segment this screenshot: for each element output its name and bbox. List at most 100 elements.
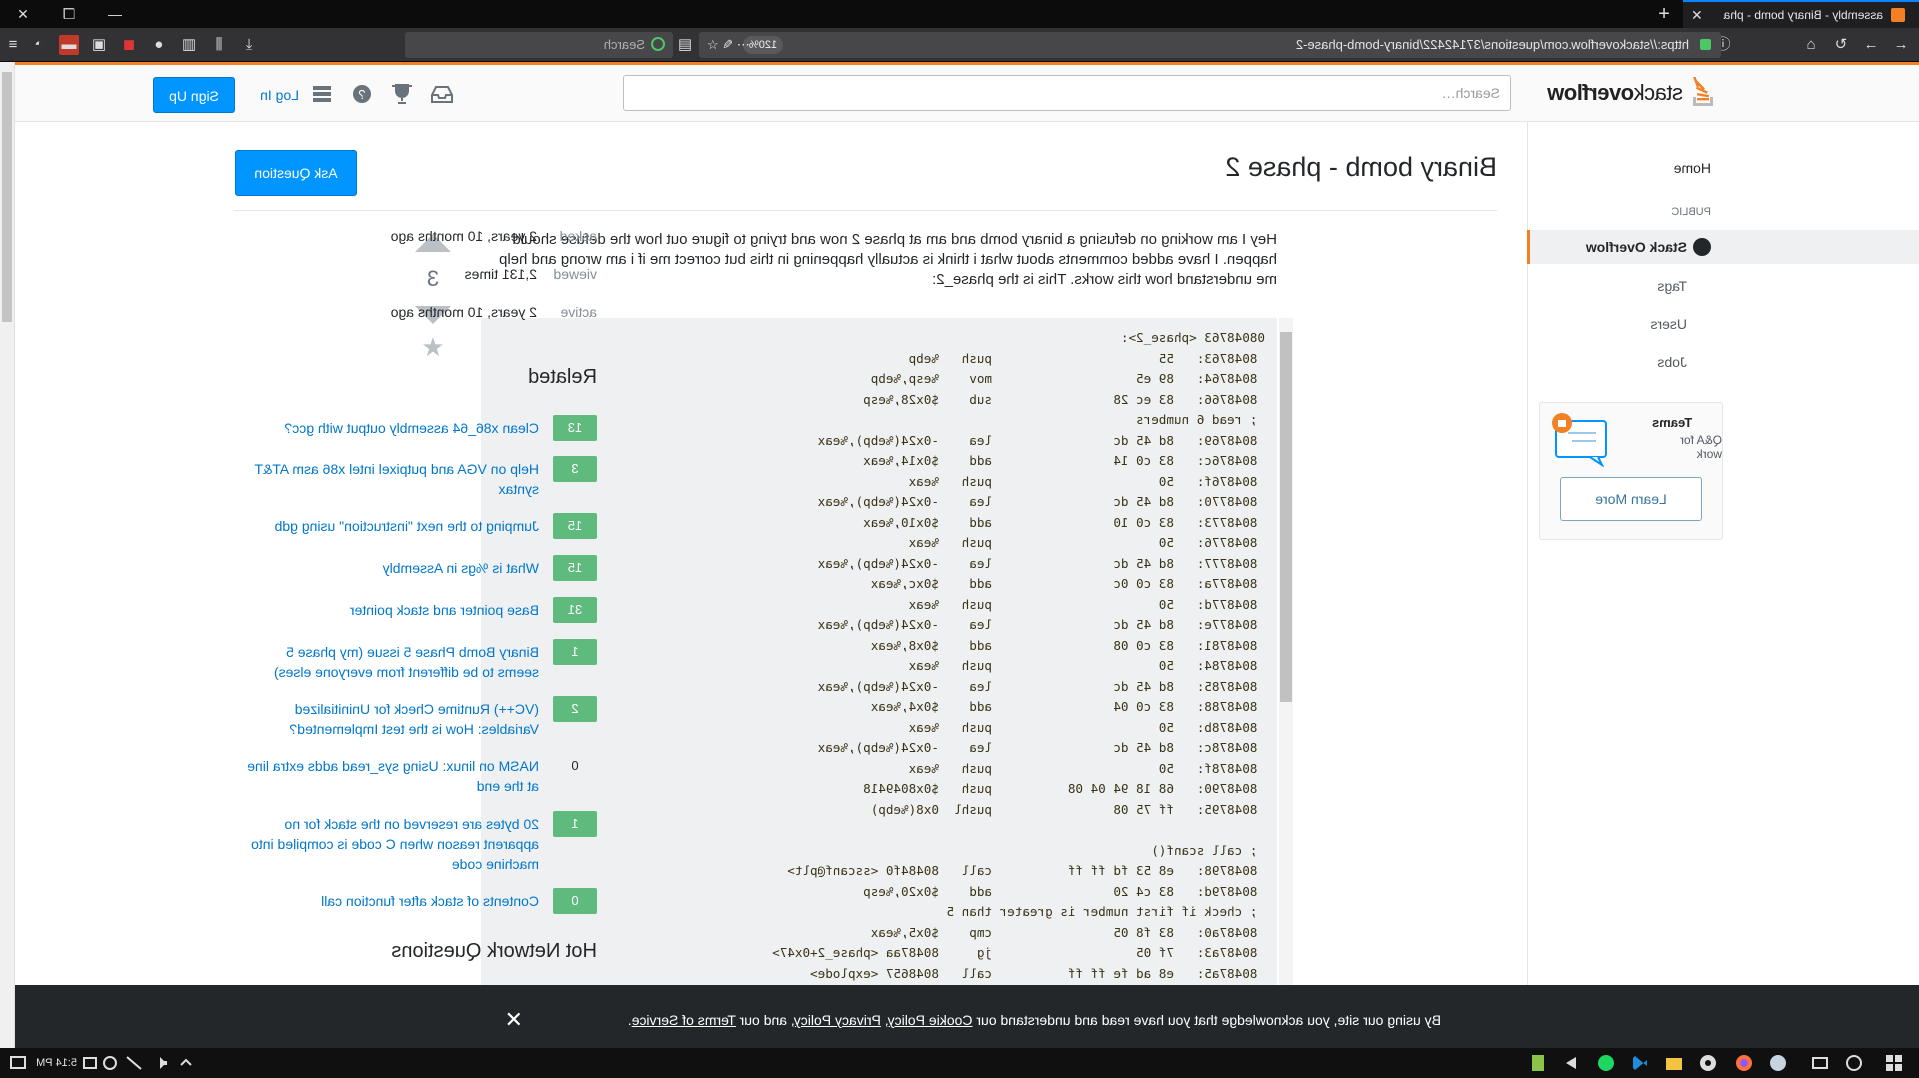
library-icon[interactable]: ⫼: [209, 35, 229, 55]
related-item[interactable]: 1 Binary Bomb Phase 5 issue (my phase 5 s…: [242, 639, 597, 682]
window-close-icon[interactable]: ✕: [0, 0, 46, 28]
cookie-close-icon[interactable]: ✕: [505, 985, 523, 1055]
question-title[interactable]: Binary bomb - phase 2: [1225, 152, 1497, 183]
left-sidebar: Home PUBLIC Stack Overflow Tags Users Jo…: [1527, 122, 1919, 1048]
addon-icon[interactable]: ▬: [59, 35, 79, 55]
related-link[interactable]: Help on VGA and putpixel intel x86 asm A…: [242, 456, 539, 499]
globe-icon: [1693, 238, 1711, 256]
reload-icon[interactable]: ↻: [1831, 35, 1851, 55]
file-explorer-icon[interactable]: [1665, 1054, 1683, 1072]
related-item[interactable]: 31 Base pointer and stack pointer: [242, 597, 597, 623]
teams-promo: Teams Q&A for work Learn More: [1539, 402, 1723, 540]
achievements-icon[interactable]: [389, 81, 415, 107]
related-link[interactable]: Clean x86_64 assembly output with gcc?: [285, 415, 539, 441]
nav-home[interactable]: Home: [1674, 160, 1711, 176]
ask-question-button[interactable]: Ask Question: [235, 150, 357, 196]
forward-icon[interactable]: →: [1861, 35, 1881, 55]
question-stats: asked 2 years, 10 months ago viewed 2,131 …: [267, 228, 597, 342]
browser-tab[interactable]: assembly - Binary bomb - pha ✕: [1683, 0, 1919, 28]
inbox-icon[interactable]: [429, 81, 455, 107]
search-engine-icon: [651, 37, 665, 51]
nav-stack-overflow[interactable]: Stack Overflow: [1527, 230, 1919, 264]
so-search-input[interactable]: Search…: [623, 75, 1511, 111]
related-link[interactable]: Binary Bomb Phase 5 issue (my phase 5 se…: [242, 639, 539, 682]
task-view-icon[interactable]: [1811, 1054, 1829, 1072]
browser-search-bar[interactable]: Search: [405, 32, 673, 58]
nav-jobs[interactable]: Jobs: [1657, 354, 1687, 370]
related-item[interactable]: 13 Clean x86_64 assembly output with gcc?: [242, 415, 597, 441]
back-icon[interactable]: ←: [1891, 35, 1911, 55]
firefox-icon[interactable]: [1735, 1054, 1753, 1072]
battery-icon[interactable]: [81, 1054, 99, 1072]
related-link[interactable]: Base pointer and stack pointer: [350, 597, 539, 623]
related-link[interactable]: What is %gs in Assembly: [383, 555, 539, 581]
active-value[interactable]: 2 years, 10 months ago: [391, 304, 537, 342]
related-item[interactable]: 0 Contents of stack after function call: [242, 888, 597, 914]
page-scrollbar[interactable]: [0, 62, 15, 1048]
media-player-icon[interactable]: [1563, 1054, 1581, 1072]
new-tab-icon[interactable]: +: [1649, 0, 1679, 28]
related-item[interactable]: 15 What is %gs in Assembly: [242, 555, 597, 581]
tray-chevron-icon[interactable]: [177, 1054, 195, 1072]
home-icon[interactable]: ⌂: [1801, 35, 1821, 55]
visual-studio-icon[interactable]: [1631, 1054, 1649, 1072]
signup-button[interactable]: Sign Up: [153, 77, 235, 113]
teams-illustration-icon: [1552, 413, 1607, 467]
url-bar[interactable]: https://stackoverflow.com/questions/3714…: [699, 32, 1721, 58]
sidebar-icon[interactable]: ▥: [179, 35, 199, 55]
notepad-icon[interactable]: [1529, 1054, 1547, 1072]
related-link[interactable]: 20 bytes are reserved on the stack for n…: [242, 811, 539, 874]
login-link[interactable]: Log In: [260, 82, 299, 108]
taskbar-clock[interactable]: 5:14 PM: [36, 1048, 77, 1078]
mask-icon[interactable]: ◔: [29, 35, 49, 55]
learn-more-button[interactable]: Learn More: [1560, 477, 1702, 521]
nav-public-label: PUBLIC: [1671, 206, 1711, 218]
code-scrollbar-thumb[interactable]: [1280, 332, 1292, 702]
minimize-icon[interactable]: —: [92, 0, 138, 28]
related-link[interactable]: NASM on linux: Using sys_read adds extra…: [242, 753, 539, 796]
related-item[interactable]: 1 20 bytes are reserved on the stack for …: [242, 811, 597, 874]
download-icon[interactable]: ⤓: [239, 35, 259, 55]
chrome-icon[interactable]: [1699, 1054, 1717, 1072]
related-item[interactable]: 2 (VC++) Runtime Check for Uninitialized …: [242, 696, 597, 739]
menu-icon[interactable]: ≡: [3, 35, 23, 55]
related-score: 1: [553, 639, 597, 665]
spotify-icon[interactable]: [1597, 1054, 1615, 1072]
page-actions-icon[interactable]: ⋯ ✎ ☆: [707, 32, 750, 58]
cookie-policy-link[interactable]: Cookie Policy: [889, 1012, 973, 1028]
privacy-policy-link[interactable]: Privacy Policy: [795, 1012, 881, 1028]
extension-icon[interactable]: ●: [149, 35, 169, 55]
reader-view-icon[interactable]: ▤: [675, 35, 695, 55]
os-taskbar: 5:14 PM: [0, 1048, 1919, 1078]
terms-link[interactable]: Terms of Service: [632, 1012, 736, 1028]
maximize-icon[interactable]: ❐: [46, 0, 92, 28]
logo-stack: stack: [1634, 80, 1683, 105]
related-link[interactable]: Jumping to the next "instruction" using …: [275, 513, 539, 539]
related-item[interactable]: 15 Jumping to the next "instruction" usin…: [242, 513, 597, 539]
asked-value[interactable]: 2 years, 10 months ago: [391, 228, 537, 266]
related-link[interactable]: Contents of stack after function call: [321, 888, 539, 914]
related-item[interactable]: 3 Help on VGA and putpixel intel x86 asm …: [242, 456, 597, 499]
so-logo[interactable]: stackoverflow: [1548, 75, 1717, 111]
ublock-icon[interactable]: ◼: [119, 35, 139, 55]
tab-close-icon[interactable]: ✕: [1691, 2, 1703, 28]
network-icon[interactable]: [125, 1054, 143, 1072]
help-icon[interactable]: ?: [349, 81, 375, 107]
so-topbar: stackoverflow Search… ? Log In Sign Up: [15, 62, 1919, 122]
page-scrollbar-thumb[interactable]: [2, 72, 12, 322]
steam-icon[interactable]: [1769, 1054, 1787, 1072]
related-item[interactable]: 0 NASM on linux: Using sys_read adds extr…: [242, 753, 597, 796]
volume-icon[interactable]: [151, 1054, 169, 1072]
related-link[interactable]: (VC++) Runtime Check for Uninitialized V…: [242, 696, 539, 739]
cookie-message: By using our site, you acknowledge that …: [628, 985, 1441, 1055]
action-center-icon[interactable]: [9, 1054, 27, 1072]
cortana-icon[interactable]: [1845, 1054, 1863, 1072]
site-switcher-icon[interactable]: [309, 81, 335, 107]
nav-tags[interactable]: Tags: [1657, 278, 1687, 294]
windows-start-icon[interactable]: [1885, 1054, 1903, 1072]
related-score: 0: [553, 753, 597, 779]
nav-users[interactable]: Users: [1650, 316, 1687, 332]
code-scrollbar[interactable]: [1279, 318, 1293, 1048]
tray-app-icon[interactable]: [101, 1054, 119, 1072]
screenshot-icon[interactable]: ▣: [89, 35, 109, 55]
